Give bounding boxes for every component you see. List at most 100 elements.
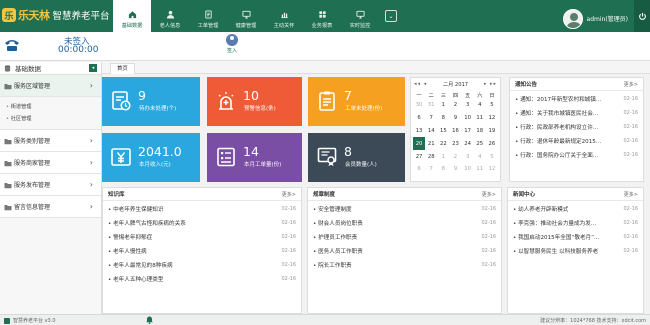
list-item[interactable]: 幼人养老开辟新模式 02-16 — [513, 202, 638, 216]
sidebar-item-2[interactable]: 服务商家管理 › — [0, 152, 101, 174]
list-item[interactable]: 以智慧服务民生 以科技服务养老 02-16 — [513, 244, 638, 258]
list-item[interactable]: 老年人最常见的8种疾病 02-16 — [108, 258, 296, 272]
list-item-title[interactable]: 老年人最常见的8种疾病 — [108, 261, 173, 269]
stat-tile-0[interactable]: 9 待办未处理(个) — [102, 77, 200, 126]
calendar-title[interactable]: 二月 2017 — [443, 81, 468, 88]
sidebar-item-1[interactable]: 服务类别管理 › — [0, 130, 101, 152]
calendar-day[interactable]: 11 — [474, 163, 486, 176]
calendar-day[interactable]: 4 — [474, 99, 486, 112]
calendar-day[interactable]: 4 — [474, 150, 486, 163]
calendar-day[interactable]: 28 — [425, 150, 437, 163]
stat-tile-1[interactable]: 10 预警信息(条) — [207, 77, 302, 126]
calendar-day[interactable]: 16 — [449, 125, 461, 138]
list-item-title[interactable]: 幼人养老开辟新模式 — [513, 205, 568, 213]
list-item-title[interactable]: 李克强：推动社会力量成为发... — [513, 219, 596, 227]
calendar-day[interactable]: 18 — [474, 125, 486, 138]
sidebar-item-3[interactable]: 服务发布管理 › — [0, 174, 101, 196]
list-item-title[interactable]: 行政：民政部养老机构设立许... — [515, 123, 598, 131]
calendar-day[interactable]: 9 — [449, 112, 461, 125]
list-item[interactable]: 行政：国务院办公厅关于全面... 02-16 — [515, 148, 638, 162]
nav-item-3[interactable]: 健康管理 — [227, 0, 265, 32]
calendar-day[interactable]: 11 — [474, 112, 486, 125]
list-item-title[interactable]: 老年人慢性病 — [108, 247, 147, 255]
nav-item-0[interactable]: 基础数据 — [113, 0, 151, 32]
bell-icon[interactable] — [146, 316, 153, 324]
list-item-title[interactable]: 老年人五种心理类型 — [108, 275, 163, 283]
user-name[interactable]: admin(管理员) — [587, 14, 628, 23]
calendar-day[interactable]: 30 — [413, 99, 425, 112]
stat-tile-2[interactable]: 7 工单未处理(份) — [308, 77, 405, 126]
calendar-day[interactable]: 20 — [413, 137, 426, 151]
calendar-day[interactable]: 6 — [413, 112, 425, 125]
list-item[interactable]: 行政：民政部养老机构设立许... 02-16 — [515, 120, 638, 134]
list-item-title[interactable]: 护理员工作职责 — [313, 233, 357, 241]
more-link[interactable]: 更多> — [482, 191, 496, 198]
list-item-title[interactable]: 以智慧服务民生 以科技服务养老 — [513, 247, 598, 255]
calendar-day[interactable]: 7 — [425, 112, 437, 125]
phone-icon[interactable] — [3, 38, 21, 52]
list-item[interactable]: 安全管理制度 02-16 — [313, 202, 496, 216]
stat-tile-5[interactable]: 8 会员数量(人) — [308, 133, 405, 182]
more-link[interactable]: 更多> — [624, 81, 638, 88]
calendar-day[interactable]: 24 — [462, 137, 474, 150]
list-item[interactable]: 中老年养生保健知识 02-16 — [108, 202, 296, 216]
calendar-day[interactable]: 23 — [449, 137, 461, 150]
calendar-day[interactable]: 1 — [437, 99, 449, 112]
nav-item-4[interactable]: 主动关怀 — [265, 0, 303, 32]
calendar-day[interactable]: 8 — [437, 112, 449, 125]
stat-tile-3[interactable]: 2041.0 本月收入(元) — [102, 133, 200, 182]
sidebar-item-0[interactable]: 服务区域管理 › — [0, 75, 101, 97]
list-item[interactable]: 老年人慢性病 02-16 — [108, 244, 296, 258]
calendar-next-year-button[interactable]: ▸▸ — [490, 81, 497, 87]
calendar-day[interactable]: 2 — [449, 99, 461, 112]
calendar-day[interactable]: 26 — [486, 137, 498, 150]
calendar-day[interactable]: 1 — [437, 150, 449, 163]
calendar-day[interactable]: 6 — [413, 163, 425, 176]
nav-item-5[interactable]: 业务报表 — [303, 0, 341, 32]
sidebar-subitem[interactable]: 社区管理 — [6, 113, 101, 125]
calendar-day[interactable]: 14 — [425, 125, 437, 138]
nav-item-2[interactable]: 工单管理 — [189, 0, 227, 32]
calendar-day[interactable]: 17 — [462, 125, 474, 138]
calendar-day[interactable]: 9 — [449, 163, 461, 176]
list-item[interactable]: 财会人员岗位职责 02-16 — [313, 216, 496, 230]
calendar-day[interactable]: 3 — [462, 150, 474, 163]
calendar-day[interactable]: 19 — [486, 125, 498, 138]
tab-home[interactable]: 首页 — [110, 63, 135, 74]
nav-item-1[interactable]: 老人信息 — [151, 0, 189, 32]
calendar-day[interactable]: 27 — [413, 150, 425, 163]
calendar-day[interactable]: 22 — [437, 137, 449, 150]
list-item-title[interactable]: 中老年养生保健知识 — [108, 205, 163, 213]
calendar-day[interactable]: 12 — [486, 163, 498, 176]
calendar-day[interactable]: 25 — [474, 137, 486, 150]
logout-button[interactable] — [634, 0, 650, 32]
calendar-day[interactable]: 5 — [486, 150, 498, 163]
more-link[interactable]: 更多> — [624, 191, 638, 198]
signin-button[interactable]: 签入 — [224, 34, 240, 54]
list-item-title[interactable]: 财会人员岗位职责 — [313, 219, 363, 227]
list-item[interactable]: 医务人员工作职责 02-16 — [313, 244, 496, 258]
list-item-title[interactable]: 警惕老年抑郁症 — [108, 233, 152, 241]
list-item-title[interactable]: 行政：退休年龄最新规定2015... — [515, 137, 601, 145]
calendar-next-month-button[interactable]: ▸ — [484, 81, 488, 87]
list-item[interactable]: 老年人五种心理类型 02-16 — [108, 272, 296, 286]
list-item[interactable]: 护理员工作职责 02-16 — [313, 230, 496, 244]
calendar-prev-month-button[interactable]: ◂ — [424, 81, 428, 87]
calendar-day[interactable]: 8 — [437, 163, 449, 176]
calendar-day[interactable]: 12 — [486, 112, 498, 125]
stat-tile-4[interactable]: 14 本月工单量(份) — [207, 133, 302, 182]
calendar-day[interactable]: 10 — [462, 163, 474, 176]
calendar-day[interactable]: 3 — [462, 99, 474, 112]
calendar-day[interactable]: 7 — [425, 163, 437, 176]
calendar-day[interactable]: 2 — [449, 150, 461, 163]
list-item-title[interactable]: 医务人员工作职责 — [313, 247, 363, 255]
list-item[interactable]: 李克强：推动社会力量成为发... 02-16 — [513, 216, 638, 230]
sidebar-item-4[interactable]: 留言信息管理 › — [0, 196, 101, 218]
calendar-day[interactable]: 31 — [425, 99, 437, 112]
list-item[interactable]: 我国启动2015年全国“敬老月”... 02-16 — [513, 230, 638, 244]
list-item[interactable]: 通知：关于我市城镇医民社会... 02-16 — [515, 106, 638, 120]
more-link[interactable]: 更多> — [282, 191, 296, 198]
list-item-title[interactable]: 行政：国务院办公厅关于全面... — [515, 151, 598, 159]
list-item-title[interactable]: 通知：关于我市城镇医民社会... — [515, 109, 598, 117]
list-item[interactable]: 警惕老年抑郁症 02-16 — [108, 230, 296, 244]
